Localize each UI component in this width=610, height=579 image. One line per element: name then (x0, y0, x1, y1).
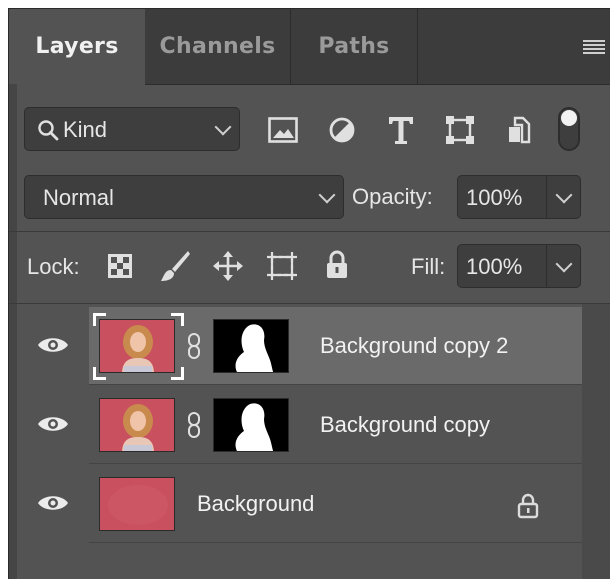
filter-toggle-icon[interactable] (558, 107, 580, 151)
opacity-field[interactable]: 100% (457, 175, 581, 219)
smart-object-filter-icon[interactable] (506, 115, 532, 145)
layer-lock-icon[interactable] (517, 493, 539, 519)
fill-field[interactable]: 100% (457, 244, 581, 288)
solid-background-thumbnail-icon (100, 478, 174, 530)
link-chain-icon[interactable] (187, 411, 201, 439)
scrollbar-track[interactable] (582, 304, 610, 579)
lock-all-icon[interactable] (325, 250, 349, 280)
layer-name[interactable]: Background copy 2 (320, 333, 508, 359)
eye-icon (38, 496, 68, 510)
divider (9, 231, 610, 232)
eye-icon (38, 338, 68, 352)
layer-mask-thumbnail[interactable] (213, 319, 289, 373)
chevron-down-icon (318, 186, 336, 204)
tab-layers[interactable]: Layers (9, 9, 145, 85)
filter-kind-dropdown[interactable]: Kind (24, 107, 240, 151)
layer-row-background-copy-2[interactable]: Background copy 2 (89, 307, 582, 385)
image-filter-icon[interactable] (268, 117, 298, 143)
lock-label: Lock: (27, 254, 80, 279)
layer-thumbnail[interactable] (99, 319, 175, 373)
lock-transparent-pixels-icon[interactable] (107, 253, 133, 279)
panel-menu-icon[interactable] (583, 40, 605, 56)
panel-left-gutter (9, 84, 17, 579)
lock-artboard-icon[interactable] (266, 251, 298, 281)
filter-kind-label: Kind (63, 117, 108, 142)
layer-row-background[interactable]: Background (89, 465, 582, 543)
divider (9, 303, 610, 304)
fill-value: 100% (466, 254, 523, 279)
lock-position-icon[interactable] (212, 250, 244, 282)
fill-label: Fill: (411, 254, 446, 279)
panel-tab-bar: Layers Channels Paths (9, 9, 610, 85)
tab-paths[interactable]: Paths (291, 9, 418, 84)
opacity-value: 100% (466, 185, 523, 210)
search-icon (38, 120, 59, 141)
lock-image-pixels-icon[interactable] (159, 249, 191, 283)
layer-thumbnail[interactable] (99, 398, 175, 452)
shape-filter-icon[interactable] (445, 115, 475, 145)
chevron-down-icon (214, 118, 232, 136)
layer-name[interactable]: Background (197, 491, 314, 517)
chevron-down-icon[interactable] (555, 186, 573, 204)
tab-channels[interactable]: Channels (145, 9, 291, 84)
link-chain-icon[interactable] (187, 332, 201, 360)
portrait-thumbnail-icon (100, 399, 174, 451)
layers-panel: Layers Channels Paths Kind Normal Opacit… (8, 8, 610, 579)
type-filter-icon[interactable] (387, 115, 415, 145)
visibility-toggle[interactable] (17, 465, 89, 543)
layer-mask-thumbnail[interactable] (213, 398, 289, 452)
layer-thumbnail[interactable] (99, 477, 175, 531)
visibility-toggle[interactable] (17, 386, 89, 464)
eye-icon (38, 417, 68, 431)
opacity-label: Opacity: (352, 184, 433, 209)
layer-row-background-copy[interactable]: Background copy (89, 386, 582, 464)
blend-mode-value: Normal (43, 185, 114, 210)
chevron-down-icon[interactable] (555, 255, 573, 273)
portrait-thumbnail-icon (100, 320, 174, 372)
visibility-toggle[interactable] (17, 307, 89, 385)
adjustment-filter-icon[interactable] (328, 116, 356, 144)
layer-name[interactable]: Background copy (320, 412, 490, 438)
blend-mode-dropdown[interactable]: Normal (24, 175, 344, 219)
